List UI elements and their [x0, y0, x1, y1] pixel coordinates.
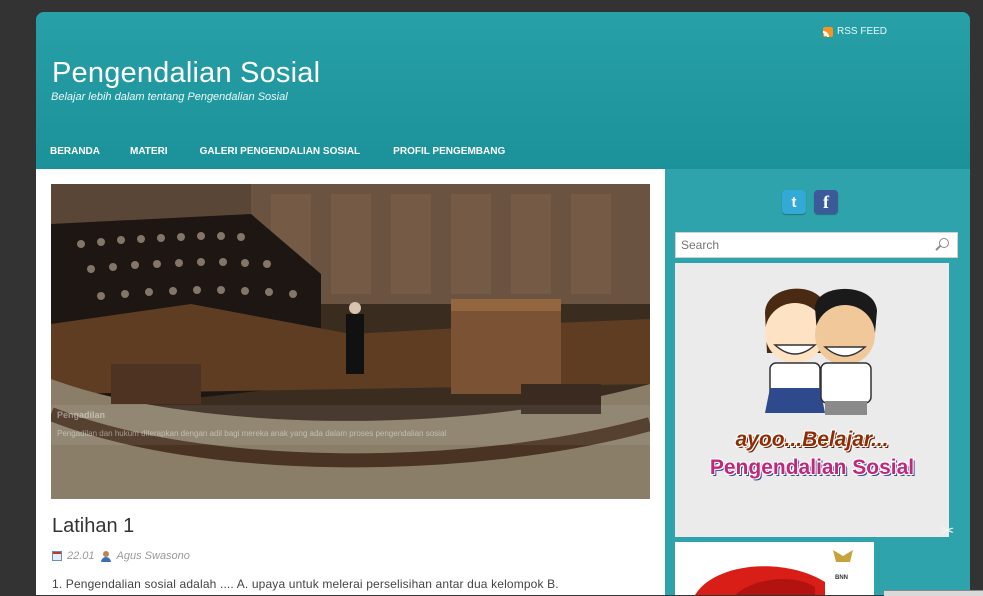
- site-tagline: Belajar lebih dalam tentang Pengendalian…: [51, 91, 288, 103]
- banner-text-pengendalian-sosial: Pengendalian Sosial: [709, 456, 915, 479]
- rss-label: RSS FEED: [837, 26, 888, 37]
- post-time: 22.01: [67, 550, 95, 562]
- twitter-icon[interactable]: t: [782, 190, 806, 214]
- post-excerpt: 1. Pengendalian sosial adalah .... A. up…: [52, 577, 559, 591]
- search-box: [675, 232, 958, 258]
- bnn-label: BNN: [835, 575, 848, 581]
- nav-item-galeri[interactable]: GALERI PENGENDALIAN SOSIAL: [200, 140, 361, 166]
- search-input[interactable]: [676, 233, 921, 257]
- slider-caption: Pengadilan Pengadilan dan hukum diterapk…: [51, 405, 650, 445]
- tools-icon[interactable]: ✂: [941, 524, 955, 540]
- search-icon[interactable]: [939, 238, 949, 248]
- bnn-banner[interactable]: BNN: [675, 542, 874, 595]
- rss-icon: [823, 26, 833, 37]
- courtroom-image: [51, 184, 650, 499]
- slider-caption-title: Pengadilan: [57, 410, 106, 420]
- bnn-banner-graphic: [695, 550, 853, 595]
- post-author[interactable]: Agus Swasono: [117, 550, 190, 562]
- banner-text-ayo-belajar: ayoo...Belajar...: [735, 428, 889, 451]
- kids-illustration-icon: [765, 288, 877, 415]
- rss-feed-link[interactable]: RSS FEED: [823, 26, 887, 37]
- main-nav: BERANDA MATERI GALERI PENGENDALIAN SOSIA…: [36, 140, 505, 166]
- calendar-icon: [52, 551, 62, 561]
- slider-caption-text: Pengadilan dan hukum diterapkan dengan a…: [57, 429, 447, 438]
- nav-item-beranda[interactable]: BERANDA: [50, 140, 100, 166]
- nav-item-materi[interactable]: MATERI: [130, 140, 168, 166]
- site-title[interactable]: Pengendalian Sosial: [52, 57, 320, 90]
- page-container: RSS FEED Pengendalian Sosial Belajar leb…: [36, 12, 970, 595]
- featured-slider[interactable]: Pengadilan Pengadilan dan hukum diterapk…: [51, 184, 650, 499]
- nav-item-profil[interactable]: PROFIL PENGEMBANG: [393, 140, 505, 166]
- site-header: RSS FEED Pengendalian Sosial Belajar leb…: [36, 12, 970, 169]
- ayo-belajar-banner[interactable]: ayoo...Belajar... Pengendalian Sosial: [675, 263, 949, 537]
- social-links: t f: [782, 190, 838, 214]
- post-meta: 22.01 Agus Swasono: [52, 550, 190, 562]
- facebook-icon[interactable]: f: [814, 190, 838, 214]
- main-content: Pengadilan Pengadilan dan hukum diterapk…: [36, 169, 665, 595]
- tooltip-stub: [884, 590, 983, 596]
- user-icon: [100, 550, 112, 562]
- post-title[interactable]: Latihan 1: [52, 515, 134, 538]
